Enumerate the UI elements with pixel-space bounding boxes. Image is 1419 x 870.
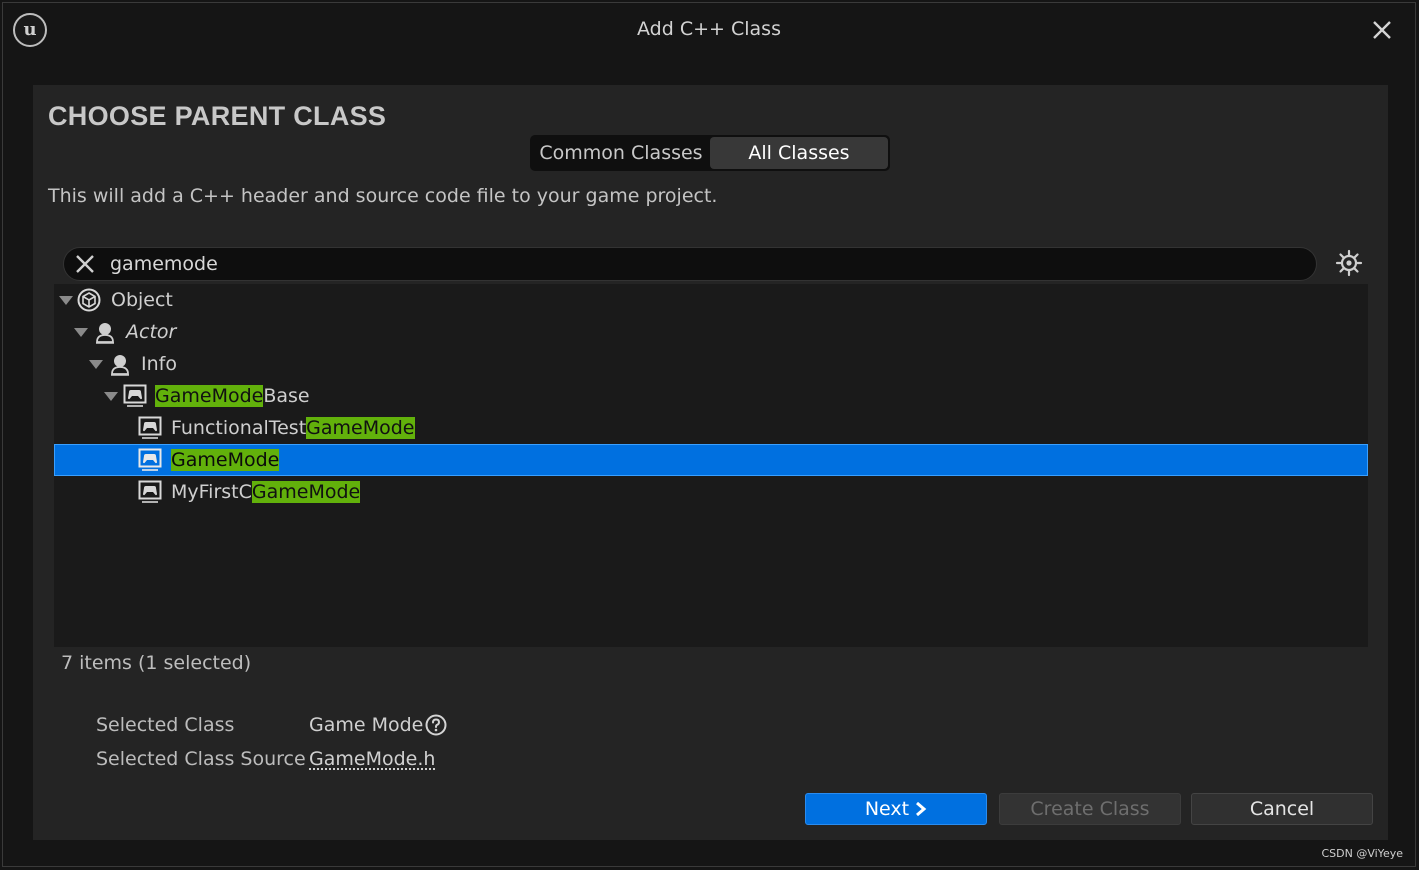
expand-arrow-icon[interactable] [74,328,88,337]
tree-row-label: Object [111,289,173,311]
watermark: CSDN @ViYeye [1321,847,1403,860]
object-icon [77,288,101,312]
help-icon[interactable] [425,714,447,736]
close-icon[interactable] [1369,17,1395,43]
tree-row-gamemodebase[interactable]: GameModeBase [54,380,1368,412]
tree-row-myfirstcgamemode[interactable]: MyFirstCGameMode [54,476,1368,508]
tree-row-label: MyFirstCGameMode [171,481,361,503]
title-bar: u Add C++ Class [3,3,1415,61]
tree-row-object[interactable]: Object [54,284,1368,316]
tree-row-info[interactable]: Info [54,348,1368,380]
class-tree: Object Actor Info GameModeBase Functiona… [54,284,1368,647]
tree-row-actor[interactable]: Actor [54,316,1368,348]
search-input[interactable] [110,250,1300,278]
selected-class-source-link[interactable]: GameMode.h [309,748,435,770]
selected-class-value: Game Mode [309,714,424,736]
tree-row-functionaltestgamemode[interactable]: FunctionalTestGameMode [54,412,1368,444]
tree-row-label: Actor [126,321,177,343]
selected-class-label: Selected Class [96,714,235,736]
add-cpp-class-dialog: u Add C++ Class CHOOSE PARENT CLASS Comm… [2,2,1416,867]
create-class-button[interactable]: Create Class [999,793,1181,825]
expand-arrow-icon[interactable] [59,296,73,305]
items-count: 7 items (1 selected) [61,652,252,674]
gamemode-icon [138,416,162,440]
actor-icon [108,352,132,376]
gamemode-icon [123,384,147,408]
tab-all-classes[interactable]: All Classes [710,137,888,169]
tree-row-label: GameModeBase [155,385,310,407]
tree-row-gamemode[interactable]: GameMode [54,444,1368,476]
gamemode-icon [138,480,162,504]
search-clear-icon[interactable] [72,250,98,278]
tab-common-classes[interactable]: Common Classes [532,137,710,169]
main-panel: CHOOSE PARENT CLASS Common Classes All C… [33,85,1388,840]
class-tabs: Common Classes All Classes [530,135,890,171]
window-title: Add C++ Class [637,18,781,40]
expand-arrow-icon[interactable] [104,392,118,401]
tree-row-label: FunctionalTestGameMode [171,417,415,439]
search-bar [63,247,1317,281]
gear-icon[interactable] [1333,247,1365,279]
chevron-right-icon [915,798,927,820]
cancel-button[interactable]: Cancel [1191,793,1373,825]
actor-icon [93,320,117,344]
page-description: This will add a C++ header and source co… [48,185,718,207]
next-button[interactable]: Next [805,793,987,825]
page-heading: CHOOSE PARENT CLASS [48,101,387,131]
tree-row-label: Info [141,353,177,375]
gamemode-icon [138,448,162,472]
selected-class-source-label: Selected Class Source [96,748,306,770]
expand-arrow-icon[interactable] [89,360,103,369]
tree-row-label: GameMode [171,449,280,471]
next-button-label: Next [864,798,910,820]
